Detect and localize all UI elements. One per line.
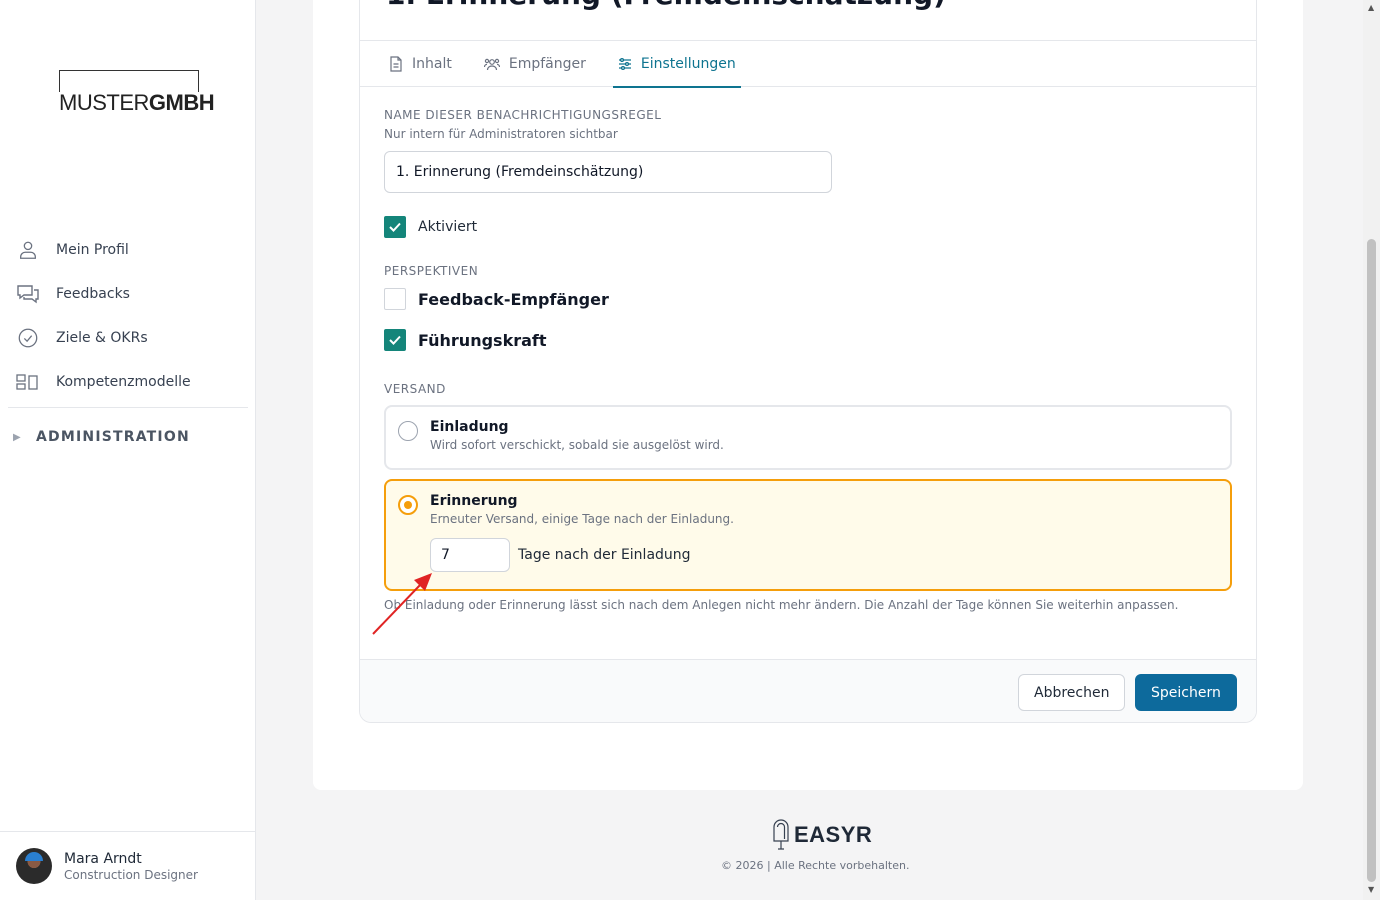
- cancel-button[interactable]: Abbrechen: [1018, 674, 1126, 711]
- tab-label: Einstellungen: [640, 55, 736, 72]
- footer-brand-name: EASYR: [794, 822, 873, 847]
- sidebar-item-ziele-okrs[interactable]: Ziele & OKRs: [8, 316, 248, 360]
- blocks-icon: [16, 370, 40, 394]
- user-profile[interactable]: Mara Arndt Construction Designer: [0, 831, 255, 900]
- administration-label: ADMINISTRATION: [36, 429, 190, 445]
- sidebar-item-label: Kompetenzmodelle: [56, 374, 191, 390]
- document-icon: [389, 56, 403, 72]
- perspective-recipient-checkbox[interactable]: Feedback-Empfänger: [384, 288, 609, 310]
- logo-bold: GMBH: [148, 90, 215, 115]
- user-name: Mara Arndt: [64, 850, 142, 867]
- easyr-logo-icon: [773, 819, 789, 850]
- checkbox-unchecked: [384, 288, 406, 310]
- days-label: Tage nach der Einladung: [518, 547, 691, 563]
- sliders-icon: [618, 57, 632, 71]
- chat-bubbles-icon: [16, 282, 40, 306]
- main-panel: 1. Erinnerung (Fremdeinschätzung) Inhalt…: [313, 0, 1303, 790]
- perspective-recipient-label: Feedback-Empfänger: [418, 289, 609, 309]
- scroll-up-icon[interactable]: ▲: [1368, 3, 1374, 12]
- logo-prefix: MUSTER: [59, 90, 149, 115]
- dispatch-note: Ob Einladung oder Erinnerung lässt sich …: [384, 598, 1179, 612]
- users-icon: [483, 57, 500, 71]
- scrollbar[interactable]: ▲ ▼: [1363, 0, 1380, 900]
- tab-bar: Inhalt Empfänger Einstellungen: [360, 40, 1256, 88]
- radio-selected[interactable]: [398, 495, 418, 515]
- invitation-option[interactable]: Einladung Wird sofort verschickt, sobald…: [384, 405, 1232, 470]
- user-role: Construction Designer: [64, 867, 198, 882]
- activated-checkbox[interactable]: Aktiviert: [384, 216, 477, 238]
- card-footer: Abbrechen Speichern: [360, 659, 1256, 722]
- save-button[interactable]: Speichern: [1135, 674, 1237, 711]
- company-logo[interactable]: MUSTERGMBH: [59, 70, 221, 115]
- reminder-desc: Erneuter Versand, einige Tage nach der E…: [430, 512, 734, 526]
- reminder-title: Erinnerung: [430, 493, 518, 509]
- perspectives-label: PERSPEKTIVEN: [384, 264, 479, 278]
- sidebar-item-label: Feedbacks: [56, 286, 130, 302]
- activated-label: Aktiviert: [418, 219, 478, 235]
- rule-name-hint: Nur intern für Administratoren sichtbar: [384, 127, 618, 141]
- caret-right-icon: ▶: [13, 431, 21, 443]
- reminder-option[interactable]: Erinnerung Erneuter Versand, einige Tage…: [384, 479, 1232, 591]
- sidebar-item-mein-profil[interactable]: Mein Profil: [8, 228, 248, 272]
- tab-einstellungen[interactable]: Einstellungen: [612, 41, 741, 88]
- days-input[interactable]: [430, 538, 510, 572]
- sidebar-item-label: Mein Profil: [56, 242, 129, 258]
- sidebar-item-administration[interactable]: ▶ ADMINISTRATION: [8, 408, 248, 466]
- tab-inhalt[interactable]: Inhalt: [384, 41, 457, 87]
- scrollbar-thumb[interactable]: [1367, 239, 1376, 882]
- rule-name-input[interactable]: [384, 151, 832, 193]
- tab-label: Inhalt: [412, 56, 452, 72]
- settings-card: 1. Erinnerung (Fremdeinschätzung) Inhalt…: [359, 0, 1257, 723]
- invitation-title: Einladung: [430, 419, 509, 435]
- perspective-manager-label: Führungskraft: [418, 330, 547, 350]
- avatar: [16, 848, 52, 884]
- copyright: © 2026 | Alle Rechte vorbehalten.: [721, 859, 910, 872]
- sidebar-item-label: Ziele & OKRs: [56, 330, 148, 346]
- tab-empfaenger[interactable]: Empfänger: [479, 41, 591, 87]
- sidebar-nav: Mein Profil Feedbacks Ziele & OKRs Kompe…: [8, 228, 248, 466]
- invitation-desc: Wird sofort verschickt, sobald sie ausge…: [430, 438, 724, 452]
- sidebar-item-kompetenzmodelle[interactable]: Kompetenzmodelle: [8, 360, 248, 404]
- sidebar: MUSTERGMBH Mein Profil Feedbacks Ziele &…: [0, 0, 256, 900]
- checkbox-checked: [384, 216, 406, 238]
- footer-brand: EASYR: [772, 819, 872, 851]
- tab-label: Empfänger: [508, 56, 586, 72]
- sidebar-item-feedbacks[interactable]: Feedbacks: [8, 272, 248, 316]
- page-title: 1. Erinnerung (Fremdeinschätzung): [386, 0, 946, 11]
- perspective-manager-checkbox[interactable]: Führungskraft: [384, 329, 547, 351]
- user-icon: [16, 238, 40, 262]
- rule-name-label: NAME DIESER BENACHRICHTIGUNGSREGEL: [384, 108, 662, 122]
- check-circle-icon: [16, 326, 40, 350]
- checkbox-checked: [384, 329, 406, 351]
- dispatch-label: VERSAND: [384, 382, 446, 396]
- scroll-down-icon[interactable]: ▼: [1368, 885, 1374, 894]
- radio-unselected[interactable]: [398, 421, 418, 441]
